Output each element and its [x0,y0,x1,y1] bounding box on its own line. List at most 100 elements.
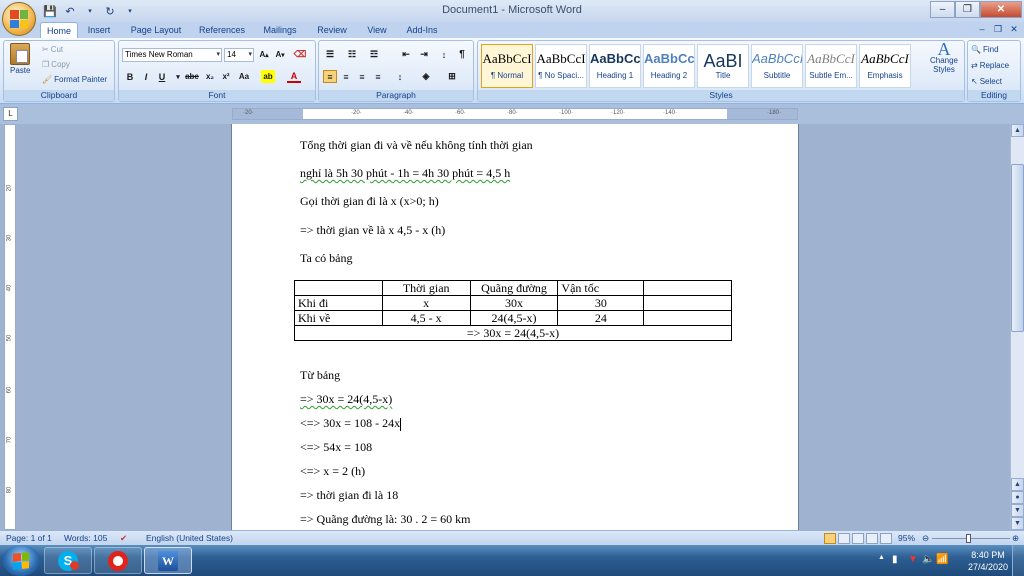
font-color-icon[interactable]: A [287,70,301,83]
table-cell[interactable] [643,280,732,296]
volume-icon[interactable]: 🔈 [922,554,934,565]
style-normal[interactable]: AaBbCcI ¶ Normal [481,44,533,88]
taskbar-opera[interactable] [94,547,142,574]
table-cell[interactable]: Thời gian [381,280,471,296]
zoom-slider[interactable] [932,538,1010,539]
table-cell[interactable]: 4,5 - x [381,310,471,326]
proofing-icon[interactable]: ✔ [120,533,127,544]
start-button[interactable] [2,545,40,576]
close-button[interactable]: ✕ [980,1,1022,18]
browse-object-icon[interactable]: ● [1011,491,1024,504]
bullets-icon[interactable]: ☰ [323,48,337,61]
change-case-icon[interactable]: Aa [237,70,251,83]
tab-home[interactable]: Home [40,22,78,38]
scroll-down-icon[interactable]: ▼ [1011,504,1024,517]
print-layout-icon[interactable] [824,533,836,544]
subscript-icon[interactable]: x₂ [203,70,217,83]
table-cell[interactable]: 24 [557,310,645,326]
taskbar-word[interactable]: W [144,547,192,574]
data-table[interactable]: Thời gian Quãng đường Vận tốc Khi đi x 3… [294,280,732,341]
table-cell[interactable]: Khi về [294,310,383,326]
table-cell[interactable]: Vận tốc [557,280,645,296]
style-subtle-emphasis[interactable]: AaBbCcI Subtle Em... [805,44,857,88]
zoom-level[interactable]: 95% [898,533,915,543]
doc-line[interactable]: => thời gian đi là 18 [300,488,398,503]
doc-line[interactable]: => Quãng đường là: 30 . 2 = 60 km [300,512,470,527]
grow-font-icon[interactable]: A ▴ [257,48,271,61]
document-page[interactable]: Tổng thời gian đi và về nếu không tính t… [232,124,798,530]
superscript-icon[interactable]: x² [219,70,233,83]
tab-review[interactable]: Review [312,22,352,38]
select-button[interactable]: ↖ Select [971,77,1002,86]
word-count[interactable]: Words: 105 [64,533,107,543]
tab-references[interactable]: References [194,22,250,38]
paste-button[interactable]: Paste [10,43,30,75]
increase-indent-icon[interactable]: ⇥ [417,48,431,61]
copy-button[interactable]: ❐ Copy [42,60,70,69]
clear-format-icon[interactable]: ⌫ [293,48,307,61]
network-icon[interactable]: 📶 [936,554,948,565]
zoom-slider-thumb[interactable] [966,534,971,543]
table-cell[interactable] [643,295,732,311]
decrease-indent-icon[interactable]: ⇤ [399,48,413,61]
clock[interactable]: 8:40 PM 27/4/2020 [968,549,1008,573]
table-cell[interactable]: 30x [469,295,559,311]
doc-line[interactable]: nghỉ là 5h 30 phút - 1h = 4h 30 phút = 4… [300,166,510,181]
style-emphasis[interactable]: AaBbCcI Emphasis [859,44,911,88]
format-painter-button[interactable]: 🖌 Format Painter [42,75,107,84]
cut-button[interactable]: ✂ Cut [42,45,63,54]
table-cell[interactable]: x [381,295,471,311]
office-button[interactable] [2,2,36,36]
doc-line[interactable]: Từ bảng [300,368,340,383]
full-screen-reading-icon[interactable] [838,533,850,544]
tab-selector-icon[interactable]: L [3,107,18,121]
vertical-ruler[interactable]: 20 30 40 50 60 70 80 [4,124,16,530]
zoom-in-icon[interactable]: ⊕ [1012,533,1019,544]
highlight-icon[interactable]: ab [261,70,275,83]
tab-mailings[interactable]: Mailings [258,22,302,38]
table-cell[interactable]: Quãng đường [469,280,559,296]
table-cell[interactable]: Khi đi [294,295,383,311]
strikethrough-icon[interactable]: abe [183,70,201,83]
line-spacing-icon[interactable]: ↕ [393,70,407,83]
multilevel-list-icon[interactable]: ☲ [367,48,381,61]
doc-restore-icon[interactable]: ❐ [992,24,1004,35]
find-button[interactable]: 🔍 Find [971,45,999,54]
doc-line[interactable]: => thời gian về là x 4,5 - x (h) [300,223,445,238]
replace-button[interactable]: ⇄ Replace [971,61,1009,70]
style-title[interactable]: AaBI Title [697,44,749,88]
tab-view[interactable]: View [362,22,392,38]
bold-icon[interactable]: B [123,70,137,83]
table-cell[interactable] [643,310,732,326]
page-count[interactable]: Page: 1 of 1 [6,533,52,543]
web-layout-icon[interactable] [852,533,864,544]
style-heading-2[interactable]: AaBbCc Heading 2 [643,44,695,88]
doc-line[interactable]: <=> x = 2 (h) [300,464,365,479]
scroll-down-icon[interactable]: ▼ [1011,517,1024,530]
language-indicator[interactable]: English (United States) [146,533,233,543]
zoom-out-icon[interactable]: ⊖ [922,533,929,544]
doc-line[interactable]: Ta có bảng [300,251,352,266]
doc-line[interactable]: <=> 54x = 108 [300,440,372,455]
table-cell[interactable]: 24(4,5-x) [469,310,559,326]
minimize-button[interactable]: – [930,1,955,18]
italic-icon[interactable]: I [139,70,153,83]
justify-icon[interactable]: ≡ [371,70,385,83]
tab-add-ins[interactable]: Add-Ins [402,22,442,38]
underline-icon[interactable]: U [155,70,169,83]
scroll-thumb[interactable] [1011,164,1024,332]
table-cell[interactable] [294,280,383,296]
shrink-font-icon[interactable]: A ▾ [273,48,287,61]
tab-insert[interactable]: Insert [82,22,116,38]
scroll-up-icon[interactable]: ▲ [1011,478,1024,491]
align-right-icon[interactable]: ≡ [355,70,369,83]
doc-line[interactable]: <=> 30x = 108 - 24x [300,416,402,431]
show-marks-icon[interactable]: ¶ [455,48,469,61]
table-cell[interactable]: => 30x = 24(4,5-x) [294,325,732,341]
doc-minimize-icon[interactable]: – [976,24,988,35]
align-center-icon[interactable]: ≡ [339,70,353,83]
tab-page-layout[interactable]: Page Layout [126,22,186,38]
shading-icon[interactable]: ◈ [419,70,433,83]
horizontal-ruler[interactable]: ·20· ·20· ·40· ·60· ·80· ·100· ·120· ·14… [232,108,798,120]
scroll-up-icon[interactable]: ▲ [1011,124,1024,137]
